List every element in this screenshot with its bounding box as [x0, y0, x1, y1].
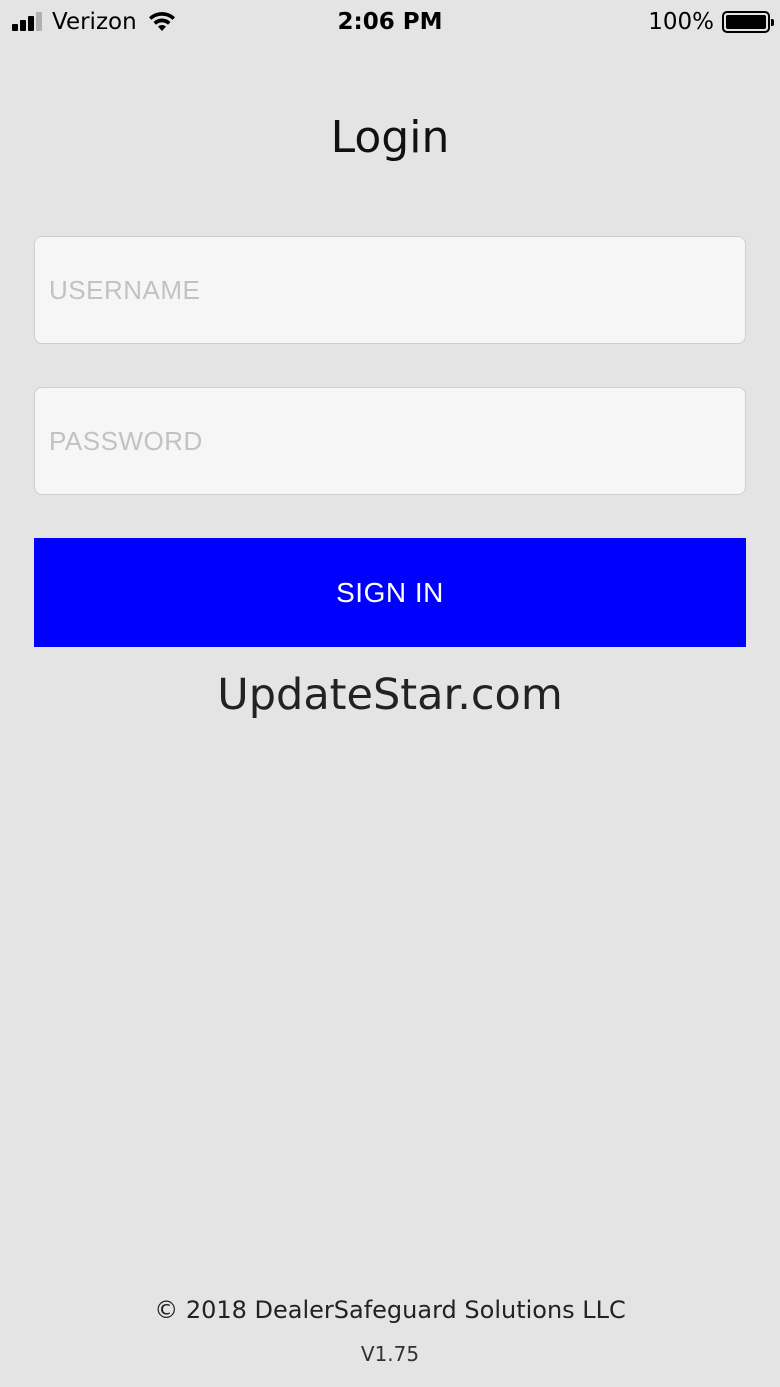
- sign-in-button[interactable]: SIGN IN: [34, 538, 746, 647]
- battery-percent: 100%: [648, 9, 714, 35]
- status-bar: Verizon 2:06 PM 100%: [0, 0, 780, 44]
- page-title: Login: [330, 112, 450, 163]
- footer-version: V1.75: [360, 1342, 420, 1366]
- password-input[interactable]: [34, 387, 746, 495]
- status-right: 100%: [648, 7, 774, 37]
- watermark-text: UpdateStar.com: [217, 670, 563, 720]
- footer-copyright: © 2018 DealerSafeguard Solutions LLC: [154, 1296, 626, 1324]
- username-input[interactable]: [34, 236, 746, 344]
- battery-icon: [722, 11, 774, 33]
